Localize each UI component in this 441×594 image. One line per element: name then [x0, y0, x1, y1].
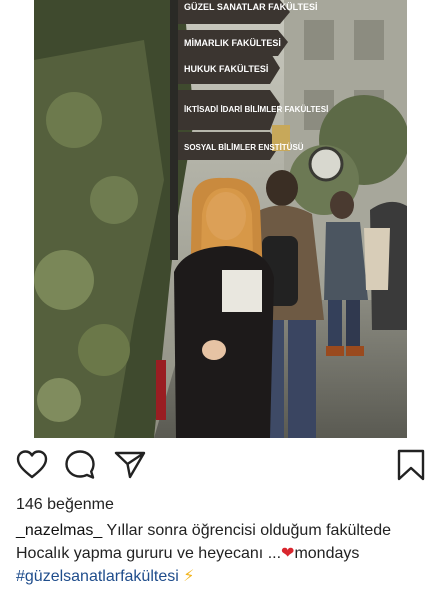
share-button[interactable] [113, 448, 147, 482]
speech-bubble-icon [65, 450, 95, 479]
post-photo-graphic: GÜZEL SANATLAR FAKÜLTESİ MİMARLIK FAKÜLT… [34, 0, 407, 438]
like-button[interactable] [15, 448, 49, 482]
sign-text-4: İKTİSADİ İDARİ BİLİMLER FAKÜLTESİ [184, 105, 328, 114]
bookmark-icon [397, 449, 425, 481]
post-photo[interactable]: GÜZEL SANATLAR FAKÜLTESİ MİMARLIK FAKÜLT… [34, 0, 407, 438]
sign-text-2: MİMARLIK FAKÜLTESİ [184, 38, 281, 48]
save-button[interactable] [394, 448, 428, 482]
sign-text-1: GÜZEL SANATLAR FAKÜLTESİ [184, 2, 318, 12]
caption-mondays: mondays [294, 545, 360, 562]
post-caption: _nazelmas_ Yıllar sonra öğrencisi olduğu… [16, 519, 436, 588]
post-actions [0, 448, 441, 486]
sign-text-5: SOSYAL BİLİMLER ENSTİTÜSÜ [184, 143, 304, 152]
heart-outline-icon [16, 450, 48, 479]
like-count[interactable]: 146 beğenme [16, 496, 114, 514]
caption-username[interactable]: _nazelmas_ [16, 522, 102, 539]
lightning-emoji-icon: ⚡ [183, 568, 195, 585]
sign-text-3: HUKUK FAKÜLTESİ [184, 64, 268, 74]
paper-plane-icon [114, 451, 146, 479]
heart-emoji-icon: ❤ [281, 545, 295, 562]
caption-hashtag[interactable]: #güzelsanatlarfakültesi [16, 568, 179, 585]
comment-button[interactable] [63, 448, 97, 482]
